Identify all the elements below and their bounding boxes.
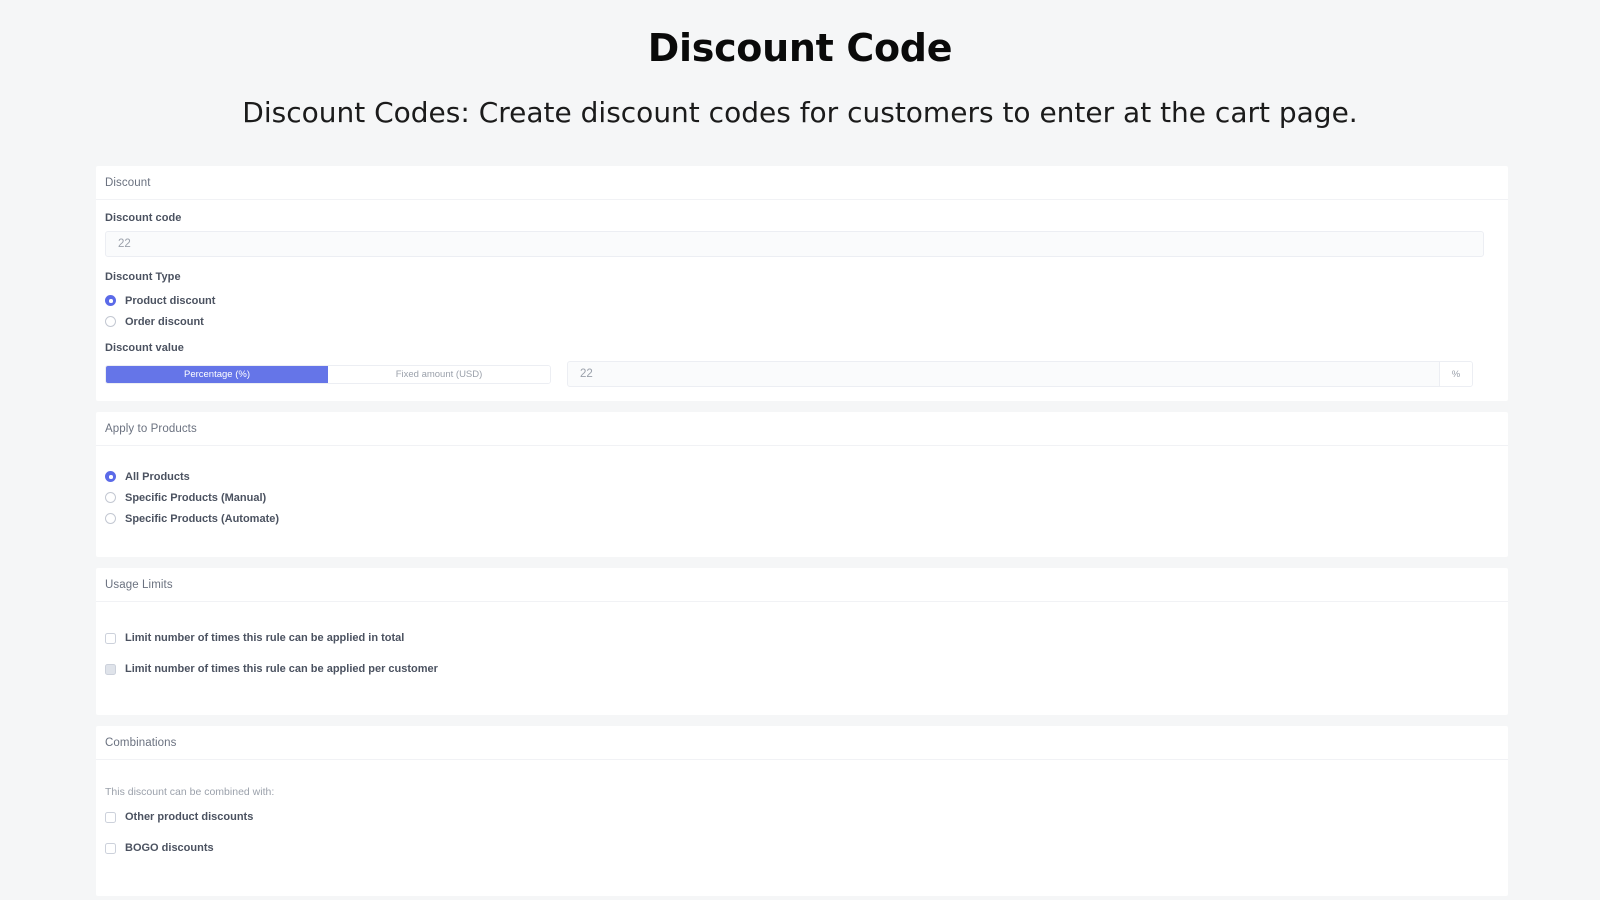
- radio-icon-product-discount[interactable]: [105, 295, 116, 306]
- usage-card-heading: Usage Limits: [96, 568, 1508, 602]
- discount-card-heading: Discount: [96, 166, 1508, 200]
- apply-to-products-card: Apply to Products All Products Specific …: [96, 412, 1508, 557]
- radio-specific-products-manual[interactable]: Specific Products (Manual): [105, 487, 1499, 508]
- checkbox-icon-bogo-discounts[interactable]: [105, 842, 116, 854]
- radio-specific-products-automate[interactable]: Specific Products (Automate): [105, 508, 1499, 529]
- radio-label-product-discount: Product discount: [125, 294, 216, 307]
- settings-cards: Discount Discount code 22 Discount Type …: [96, 166, 1508, 896]
- checkbox-label-bogo-discounts: BOGO discounts: [125, 842, 214, 854]
- toggle-fixed-amount[interactable]: Fixed amount (USD): [328, 365, 550, 383]
- discount-type-label: Discount Type: [105, 271, 181, 283]
- discount-code-value: 22: [118, 238, 131, 250]
- discount-value-label: Discount value: [105, 342, 184, 354]
- discount-value-suffix: %: [1439, 362, 1472, 386]
- page-subtitle: Discount Codes: Create discount codes fo…: [242, 96, 1358, 129]
- radio-label-specific-products-manual: Specific Products (Manual): [125, 491, 267, 504]
- checkbox-label-limit-total: Limit number of times this rule can be a…: [125, 632, 405, 644]
- checkbox-label-limit-per-customer: Limit number of times this rule can be a…: [125, 663, 438, 675]
- checkbox-label-other-product-discounts: Other product discounts: [125, 811, 254, 823]
- radio-label-all-products: All Products: [125, 470, 190, 483]
- discount-value-input[interactable]: 22: [568, 362, 1439, 386]
- apply-card-body: All Products Specific Products (Manual) …: [96, 446, 1508, 557]
- radio-product-discount[interactable]: Product discount: [105, 290, 1499, 311]
- discount-card-body: Discount code 22 Discount Type Product d…: [96, 200, 1508, 401]
- radio-icon-specific-products-automate[interactable]: [105, 513, 116, 524]
- checkbox-other-product-discounts[interactable]: Other product discounts: [105, 807, 1499, 827]
- page-title: Discount Code: [647, 26, 953, 70]
- toggle-percentage[interactable]: Percentage (%): [106, 365, 328, 383]
- radio-order-discount[interactable]: Order discount: [105, 311, 1499, 332]
- combinations-card-body: This discount can be combined with: Othe…: [96, 760, 1508, 896]
- radio-icon-order-discount[interactable]: [105, 316, 116, 327]
- apply-card-heading: Apply to Products: [96, 412, 1508, 446]
- discount-value-mode-toggle: Percentage (%) Fixed amount (USD): [105, 364, 551, 384]
- checkbox-icon-other-product-discounts[interactable]: [105, 811, 116, 823]
- discount-card: Discount Discount code 22 Discount Type …: [96, 166, 1508, 401]
- usage-limits-card: Usage Limits Limit number of times this …: [96, 568, 1508, 715]
- discount-value-row: Percentage (%) Fixed amount (USD) 22 %: [105, 361, 1499, 387]
- checkbox-limit-total[interactable]: Limit number of times this rule can be a…: [105, 628, 1499, 648]
- radio-icon-specific-products-manual[interactable]: [105, 492, 116, 503]
- radio-label-order-discount: Order discount: [125, 315, 204, 328]
- combinations-card-heading: Combinations: [96, 726, 1508, 760]
- checkbox-limit-per-customer[interactable]: Limit number of times this rule can be a…: [105, 659, 1499, 679]
- combinations-helper-text: This discount can be combined with:: [105, 786, 275, 798]
- discount-value-text: 22: [580, 368, 593, 380]
- discount-value-field: 22 %: [567, 361, 1473, 387]
- checkbox-icon-limit-total[interactable]: [105, 632, 116, 644]
- usage-card-body: Limit number of times this rule can be a…: [96, 602, 1508, 715]
- checkbox-bogo-discounts[interactable]: BOGO discounts: [105, 838, 1499, 858]
- combinations-card: Combinations This discount can be combin…: [96, 726, 1508, 896]
- radio-all-products[interactable]: All Products: [105, 466, 1499, 487]
- radio-label-specific-products-automate: Specific Products (Automate): [125, 512, 280, 525]
- discount-code-label: Discount code: [105, 212, 182, 224]
- discount-code-page: Discount Code Discount Codes: Create dis…: [0, 0, 1600, 900]
- checkbox-icon-limit-per-customer[interactable]: [105, 663, 116, 675]
- discount-code-input[interactable]: 22: [105, 231, 1484, 257]
- radio-icon-all-products[interactable]: [105, 471, 116, 482]
